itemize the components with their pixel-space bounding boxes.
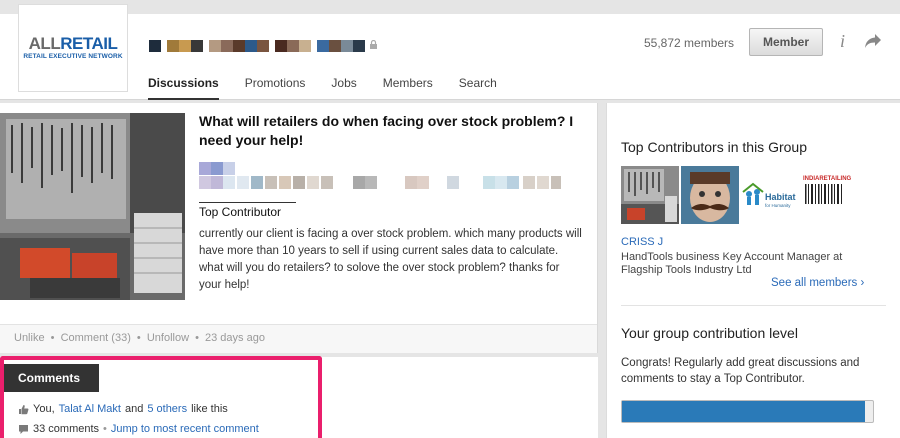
likes-prefix: You, (33, 403, 55, 415)
contribution-level-title: Your group contribution level (621, 325, 798, 341)
svg-text:Habitat: Habitat (765, 192, 796, 202)
comments-separator: • (103, 423, 107, 435)
contributor-headline: HandTools business Key Account Manager a… (621, 251, 843, 276)
group-nav: Discussions Promotions Jobs Members Sear… (148, 76, 497, 100)
chevron-right-icon: › (860, 277, 865, 289)
lock-icon (370, 40, 377, 49)
tab-members[interactable]: Members (383, 76, 433, 100)
discussion-title[interactable]: What will retailers do when facing over … (199, 112, 594, 150)
likes-summary: You, Talat Al Makt and 5 others like thi… (18, 403, 228, 415)
top-contributor-badge: Top Contributor (199, 202, 296, 219)
unlike-link[interactable]: Unlike (14, 332, 45, 344)
comments-summary: 33 comments • Jump to most recent commen… (18, 423, 259, 435)
body-paragraph-2: what will you do retailers? to solove th… (199, 262, 560, 291)
body-paragraph-1: currently our client is facing a over st… (199, 228, 582, 257)
comment-bubble-icon (19, 424, 28, 434)
see-all-members-link[interactable]: See all members › (771, 277, 864, 289)
likes-suffix: like this (191, 403, 228, 415)
contribution-level-message: Congrats! Regularly add great discussion… (621, 357, 860, 385)
members-count[interactable]: 55,872 members (644, 36, 734, 50)
unfollow-link[interactable]: Unfollow (147, 332, 189, 344)
discussion-card: What will retailers do when facing over … (0, 103, 598, 353)
contributor-avatar-habitat[interactable]: Habitat for Humanity (741, 166, 799, 224)
tab-search[interactable]: Search (459, 76, 497, 100)
group-logo[interactable]: ALLRETAIL RETAIL EXECUTIVE NETWORK (18, 4, 128, 92)
contribution-progress-bar (621, 400, 874, 423)
jump-to-recent-link[interactable]: Jump to most recent comment (111, 423, 259, 435)
liker-name-link[interactable]: Talat Al Makt (59, 403, 121, 415)
contributor-avatar-mustache[interactable] (681, 166, 739, 224)
see-all-label: See all members (771, 277, 858, 289)
action-separator: • (50, 332, 55, 344)
share-icon[interactable] (864, 33, 882, 49)
contributor-avatar-tools[interactable] (621, 166, 679, 224)
sidebar-divider (621, 305, 886, 306)
comment-link[interactable]: Comment (33) (61, 332, 131, 344)
post-age: 23 days ago (205, 332, 265, 344)
info-icon[interactable]: i (840, 31, 850, 51)
likes-and: and (124, 403, 144, 415)
tab-jobs[interactable]: Jobs (331, 76, 356, 100)
contributor-avatar-indiaretailing[interactable]: INDIARETAILING (801, 166, 859, 224)
top-contributors-images: Habitat for Humanity INDIARETAILING (621, 166, 859, 224)
contribution-progress-fill (622, 401, 866, 422)
tab-discussions[interactable]: Discussions (148, 76, 219, 100)
author-name-redacted[interactable] (199, 162, 564, 190)
discussion-image[interactable] (0, 113, 185, 300)
other-likers-link[interactable]: 5 others (147, 403, 187, 415)
thumbs-up-icon (19, 404, 29, 414)
action-separator: • (136, 332, 141, 344)
discussion-body: currently our client is facing a over st… (199, 226, 584, 294)
redacted-author-mosaic (199, 162, 561, 189)
contributor-name-link[interactable]: CRISS J (621, 236, 663, 248)
comments-tab[interactable]: Comments (4, 364, 99, 392)
group-name-redacted (149, 39, 378, 52)
action-separator: • (195, 332, 199, 344)
discussion-actions: Unlike • Comment (33) • Unfollow • 23 da… (0, 324, 597, 353)
svg-text:for Humanity: for Humanity (765, 203, 791, 208)
svg-text:INDIARETAILING: INDIARETAILING (803, 176, 852, 182)
logo-wordmark: ALLRETAIL (28, 34, 118, 53)
member-button[interactable]: Member (749, 28, 823, 56)
tab-promotions[interactable]: Promotions (245, 76, 306, 100)
comments-count: 33 comments (33, 423, 100, 435)
logo-subtitle: RETAIL EXECUTIVE NETWORK (23, 53, 123, 60)
top-contributors-title: Top Contributors in this Group (621, 139, 807, 155)
group-header: ALLRETAIL RETAIL EXECUTIVE NETWORK 55,87… (0, 0, 900, 100)
